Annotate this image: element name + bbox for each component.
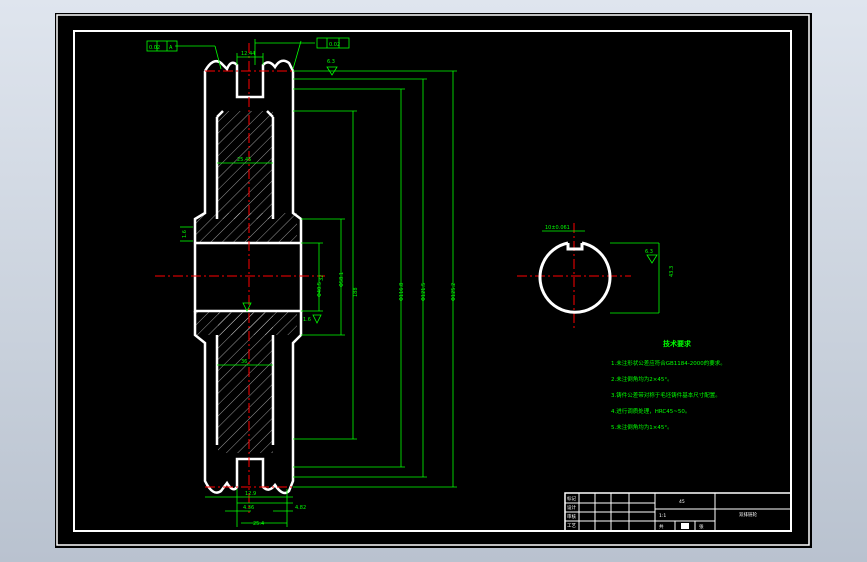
tol-a-text: 0.02 [149, 45, 160, 51]
key-w-text: 10±0.061 [545, 225, 570, 231]
dim-bore-in-text: 32 [319, 275, 325, 281]
dim-d5-text: Φ121.5 [421, 283, 427, 301]
key-h-text: 43.3 [669, 266, 675, 277]
note-1: 1.未注形状公差应符合GB1184-2000的要求。 [611, 359, 726, 367]
keyed-bore-view [538, 241, 612, 314]
technical-notes: 技术要求 1.未注形状公差应符合GB1184-2000的要求。 2.未注倒角均为… [611, 339, 726, 431]
dim-d1-text: Φ40.5 [317, 282, 323, 297]
tb-mid-c: 共 [659, 523, 664, 530]
tb-r4c1: 工艺 [567, 523, 576, 529]
note-5: 5.未注倒角均为1×45°。 [611, 423, 673, 431]
tb-mid-b: 1:1 [659, 513, 666, 519]
dim-bottom1-text: 12.9 [245, 491, 256, 497]
dim-d3-text: 188 [353, 287, 359, 297]
dim-d2-text: Φ58.1 [339, 272, 345, 287]
tb-r1c1: 标记 [567, 495, 576, 502]
key-r-text: 6.3 [645, 249, 653, 255]
tb-r2c1: 设计 [567, 504, 576, 511]
dim-hub-w-text: 25.45 [237, 157, 251, 163]
dim-mid-text: 36 [241, 359, 247, 365]
dim-bottom4-text: 25.4 [253, 521, 264, 527]
dim-left-small-text: 1.6 [182, 230, 188, 238]
notes-title: 技术要求 [663, 339, 692, 348]
tb-mid-d: 张 [699, 523, 704, 530]
note-2: 2.未注倒角均为2×45°。 [611, 375, 673, 383]
sheet-border-outer [56, 14, 810, 546]
dim-d6-text: Φ125.2 [451, 283, 457, 301]
tb-right: 双排链轮 [739, 511, 757, 518]
note-4: 4.进行调质处理，HRC45~50。 [611, 407, 690, 415]
dim-top-text: 12.44 [241, 51, 255, 57]
dim-d4-text: Φ116.8 [399, 283, 405, 301]
dim-r1-text: 1.6 [303, 317, 311, 323]
tb-mid-a: 45 [679, 499, 685, 505]
note-3: 3.铸件公差带对称于毛坯铸件基本尺寸配置。 [611, 391, 721, 399]
tb-marker [681, 523, 689, 529]
tol-c-text: 0.02 [329, 42, 340, 48]
cad-drawing: 0.02 A 0.02 12.44 1.6 25.45 36 32 Φ40.5 … [56, 14, 810, 546]
sheet-border-inner [73, 30, 792, 532]
tol-b-text: A [169, 45, 173, 51]
dim-bottom2-text: 4.36 [243, 505, 254, 511]
dim-r2-text: 6.3 [327, 59, 335, 65]
title-block [564, 492, 792, 532]
tb-r3c1: 审核 [567, 513, 576, 520]
cad-viewport[interactable]: 0.02 A 0.02 12.44 1.6 25.45 36 32 Φ40.5 … [55, 13, 812, 548]
dim-bottom3-text: 4.82 [295, 505, 306, 511]
